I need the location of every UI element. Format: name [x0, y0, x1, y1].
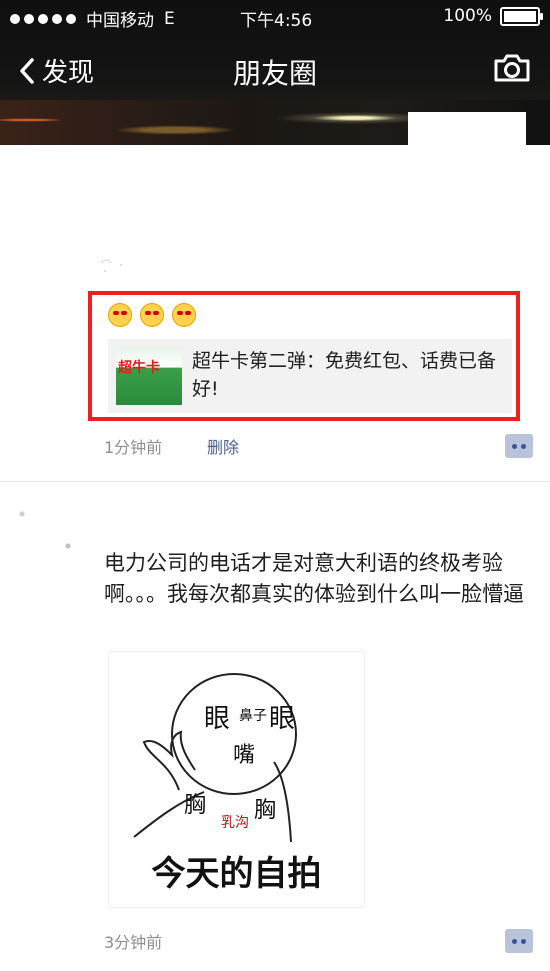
- meme-word: 眼: [269, 704, 295, 734]
- laugh-cry-emoji-icon: [172, 303, 196, 327]
- avatar[interactable]: [10, 498, 92, 584]
- post-image[interactable]: 眼 眼 鼻子 嘴 胸 胸 乳沟 今天的自拍: [108, 651, 365, 908]
- comment-button[interactable]: [505, 434, 533, 458]
- dot-icon: [512, 444, 517, 449]
- shared-link-card[interactable]: 超牛卡 超牛卡第二弹：免费红包、话费已备好!: [108, 339, 512, 413]
- post-text: 电力公司的电话才是对意大利语的终极考验啊。。。我每次都真实的体验到什么叫一脸懵逼: [104, 551, 524, 606]
- meme-word: 眼: [204, 704, 230, 734]
- signal-dots-icon: [10, 13, 76, 24]
- status-time: 下午4:56: [240, 11, 313, 31]
- meme-drawing: 眼 眼 鼻子 嘴 胸 胸 乳沟: [133, 673, 297, 843]
- status-right: 100%: [443, 6, 543, 26]
- nav-bar: 发现 朋友圈: [0, 40, 550, 100]
- dot-icon: [512, 939, 517, 944]
- meme-word: 胸: [184, 793, 206, 818]
- header-cover-area: 中国移动 E 下午4:56 100% 发现 朋友圈: [0, 0, 550, 145]
- post-time: 3分钟前: [104, 933, 163, 952]
- carrier-label: 中国移动: [86, 11, 154, 31]
- meme-word: 乳沟: [221, 815, 249, 831]
- meme-word: 嘴: [233, 743, 255, 768]
- status-bar: 中国移动 E 下午4:56 100%: [0, 0, 550, 34]
- thumbnail-text: 超牛卡: [118, 360, 160, 376]
- delete-link[interactable]: 删除: [207, 434, 239, 458]
- dot-icon: [521, 939, 526, 944]
- share-title: 超牛卡第二弹：免费红包、话费已备好!: [192, 350, 497, 400]
- dot-icon: [521, 444, 526, 449]
- post-time: 1分钟前: [104, 438, 163, 457]
- camera-icon[interactable]: [492, 52, 532, 84]
- share-thumbnail: 超牛卡: [116, 347, 182, 405]
- status-left: 中国移动 E: [10, 6, 175, 31]
- avatar-placeholder-icon: [100, 259, 122, 272]
- network-type: E: [164, 8, 175, 29]
- divider: [0, 481, 550, 482]
- laugh-cry-emoji-icon: [140, 303, 164, 327]
- cover-avatar-card: [408, 112, 526, 145]
- laugh-cry-emoji-icon: [108, 303, 132, 327]
- page-title: 朋友圈: [232, 57, 317, 90]
- meme-word: 鼻子: [239, 707, 267, 724]
- meme-caption: 今天的自拍: [151, 854, 322, 894]
- battery-percent: 100%: [443, 6, 492, 26]
- meme-word: 胸: [254, 798, 276, 823]
- emoji-row: [108, 303, 196, 327]
- highlighted-post: 超牛卡 超牛卡第二弹：免费红包、话费已备好!: [88, 291, 520, 421]
- battery-icon: [500, 6, 543, 26]
- comment-button[interactable]: [505, 929, 533, 953]
